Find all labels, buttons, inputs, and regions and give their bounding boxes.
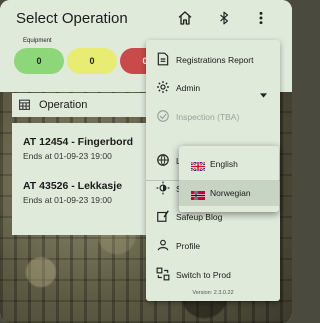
operation-header-label: Operation <box>39 99 88 111</box>
uk-flag-icon <box>190 158 206 172</box>
menu-item-label: Switch to Prod <box>176 270 231 280</box>
app-screen: Select Operation Equipment 0 0 0 Operati… <box>0 0 292 323</box>
operation-list: AT 12454 - Fingerbord Ends at 01-09-23 1… <box>12 123 162 235</box>
count-value: 0 <box>36 56 42 66</box>
menu-item-label: Safeup Blog <box>176 212 223 222</box>
globe-icon <box>156 153 170 167</box>
settings-icon <box>156 80 170 94</box>
menu-item-inspection: Inspection (TBA) <box>146 103 280 131</box>
language-label: Norwegian <box>210 188 251 198</box>
operation-title: AT 12454 - Fingerbord <box>23 136 134 148</box>
list-item[interactable]: AT 43526 - Lekkasje Ends at 01-09-23 19:… <box>12 173 162 227</box>
language-submenu: English Norwegian <box>179 146 279 212</box>
equipment-warning-count[interactable]: 0 <box>67 48 117 74</box>
menu-item-switch-to-prod[interactable]: Switch to Prod <box>146 261 280 289</box>
calendar-grid-icon <box>18 98 31 116</box>
equipment-label: Equipment <box>23 38 52 44</box>
menu-item-label: Inspection (TBA) <box>176 112 240 122</box>
home-icon[interactable] <box>175 8 195 28</box>
menu-item-label: Profile <box>176 241 201 251</box>
operation-section-header: Operation <box>12 93 162 117</box>
menu-item-label: Registrations Report <box>176 55 254 65</box>
dropdown-arrow-icon <box>260 85 267 103</box>
operation-end-time: Ends at 01-09-23 19:00 <box>23 195 112 205</box>
operation-end-time: Ends at 01-09-23 19:00 <box>23 151 112 161</box>
menu-item-admin[interactable]: Admin <box>146 74 280 102</box>
list-item[interactable]: AT 12454 - Fingerbord Ends at 01-09-23 1… <box>12 123 162 173</box>
menu-item-registrations-report[interactable]: Registrations Report <box>146 46 280 74</box>
operation-title: AT 43526 - Lekkasje <box>23 180 123 192</box>
blog-icon <box>156 209 170 223</box>
check-circle-icon <box>156 109 170 123</box>
person-icon <box>156 238 170 252</box>
bluetooth-icon[interactable] <box>214 8 234 28</box>
language-label: English <box>210 159 238 169</box>
menu-item-label: Admin <box>176 83 201 93</box>
equipment-ok-count[interactable]: 0 <box>14 48 64 74</box>
app-version: Version: 2.3.0.22 <box>192 290 234 296</box>
count-value: 0 <box>89 56 95 66</box>
document-icon <box>156 52 170 66</box>
brightness-icon <box>156 181 170 195</box>
app-bar: Select Operation <box>0 0 292 36</box>
language-option-english[interactable]: English <box>179 151 279 177</box>
page-title: Select Operation <box>16 10 128 27</box>
more-vert-icon[interactable] <box>251 8 271 28</box>
menu-item-profile[interactable]: Profile <box>146 232 280 260</box>
switch-icon <box>156 267 170 281</box>
norway-flag-icon <box>191 187 205 200</box>
language-option-norwegian[interactable]: Norwegian <box>179 180 279 206</box>
